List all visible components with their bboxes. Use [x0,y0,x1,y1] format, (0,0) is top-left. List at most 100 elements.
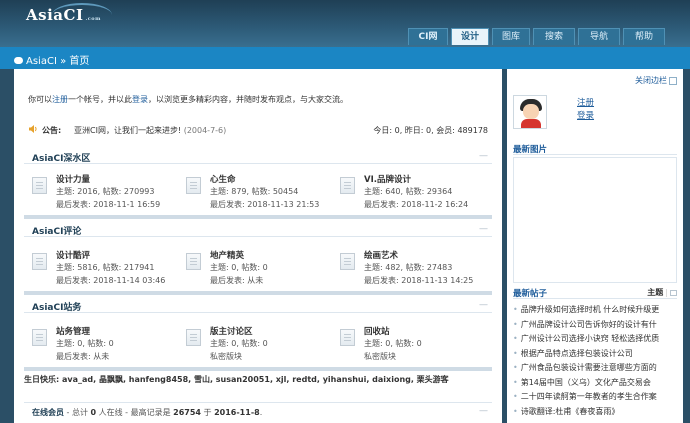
section-divider [24,291,492,295]
announcement-date: (2004-7-6) [183,126,227,135]
section-title[interactable]: AsiaCI站务 [32,300,81,313]
nav-gallery[interactable]: 图库 [492,28,530,45]
forum-counts: 主题: 0, 帖数: 0 [364,339,422,348]
forum-icon [186,253,201,270]
close-sidebar-link[interactable]: 关闭边栏 [635,75,677,86]
forum-item[interactable]: 设计力量 主题: 2016, 帖数: 270993 最后发表: 2018-11-… [32,173,182,213]
forum-icon [340,253,355,270]
breadcrumb[interactable]: AsiaCI » 首页 [14,52,89,67]
forum-last-post: 最后发表: 从未 [56,352,110,361]
forum-name[interactable]: 绘画艺术 [364,249,398,261]
announcement-bar: 公告: 亚洲CI网，让我们一起来进步! (2004-7-6) 今日: 0, 昨日… [24,122,494,140]
forum-counts: 主题: 0, 帖数: 0 [56,339,114,348]
register-link[interactable]: 注册 [52,95,68,104]
online-title[interactable]: 在线会员 [32,408,64,417]
welcome-prefix: 你可以 [28,95,52,104]
forum-counts: 主题: 879, 帖数: 50454 [210,187,299,196]
forum-last-post: 最后发表: 2018-11-1 16:59 [56,200,161,209]
close-sidebar-icon [669,76,677,85]
new-posts-header: 最新帖子 主题 | [513,285,677,299]
welcome-middle: 一个帐号，并以此 [68,95,132,104]
online-record: 26754 [173,408,201,417]
main-nav: CI网 设计 图库 搜索 导航 帮助 [408,28,665,45]
nav-navigation[interactable]: 导航 [578,28,620,45]
collapse-icon[interactable]: — [479,300,488,310]
nav-help[interactable]: 帮助 [623,28,665,45]
forum-icon [32,253,47,270]
list-item[interactable]: 二十四年读舸第一年教者的孝生合作案 [513,390,677,405]
online-summary: 在线会员 - 总计 0 人在线 - 最高记录是 26754 于 2016-11-… [32,407,262,418]
logo-text: AsiaCI [26,6,84,24]
sidebar-register-link[interactable]: 注册 [577,97,594,110]
online-members: 在线会员 - 总计 0 人在线 - 最高记录是 26754 于 2016-11-… [24,402,492,418]
section-title[interactable]: AsiaCI深水区 [32,151,90,164]
forum-last-post: 最后发表: 从未 [210,276,264,285]
forum-last-post: 最后发表: 2018-11-14 03:46 [56,276,166,285]
welcome-message: 你可以注册一个帐号，并以此登录，以浏览更多精彩内容，并随时发布观点，与大家交流。 [28,94,348,105]
list-item[interactable]: 根据产品特点选择包装设计公司 [513,347,677,362]
forum-counts: 主题: 482, 帖数: 27483 [364,263,453,272]
collapse-icon[interactable]: — [479,151,488,161]
online-end: . [259,408,263,417]
forum-name[interactable]: 站务管理 [56,325,90,337]
forum-item[interactable]: 绘画艺术 主题: 482, 帖数: 27483 最后发表: 2018-11-13… [340,249,490,289]
forum-item[interactable]: VI.品牌设计 主题: 640, 帖数: 29364 最后发表: 2018-11… [340,173,490,213]
new-images-header: 最新图片 [513,141,677,155]
login-link[interactable]: 登录 [132,95,148,104]
tab-topic[interactable]: 主题 [647,288,663,297]
forum-last-post: 最后发表: 2018-11-2 16:24 [364,200,469,209]
forum-name[interactable]: 地产精英 [210,249,244,261]
section-divider [24,367,492,371]
list-item[interactable]: 广州设计公司选择小诀窍 轻松选择优质 [513,332,677,347]
reply-icon[interactable] [670,289,677,296]
forum-name[interactable]: 心生命 [210,173,236,185]
forum-item[interactable]: 站务管理 主题: 0, 帖数: 0 最后发表: 从未 [32,325,182,365]
nav-design[interactable]: 设计 [451,28,489,45]
collapse-icon[interactable]: — [479,224,488,234]
collapse-icon[interactable]: — [479,406,488,416]
forum-name[interactable]: 设计力量 [56,173,90,185]
new-posts-list: 品牌升级如何选择时机 什么时候升级更 广州品牌设计公司告诉你好的设计有什 广州设… [513,303,677,419]
new-posts-tabs: 主题 | [647,287,677,298]
avatar-face [523,104,539,119]
section-title[interactable]: AsiaCI评论 [32,224,81,237]
top-header: AsiaCI .com CI网 设计 图库 搜索 导航 帮助 [0,0,690,47]
new-images-title[interactable]: 最新图片 [513,143,547,155]
forum-name[interactable]: 版主讨论区 [210,325,253,337]
forum-icon [340,177,355,194]
tab-separator: | [665,288,668,297]
forum-item[interactable]: 设计酷评 主题: 5816, 帖数: 217941 最后发表: 2018-11-… [32,249,182,289]
nav-ci[interactable]: CI网 [408,28,448,45]
nav-search[interactable]: 搜索 [533,28,575,45]
forum-name[interactable]: 设计酷评 [56,249,90,261]
forum-last-post: 私密版块 [210,352,242,361]
forum-item[interactable]: 回收站 主题: 0, 帖数: 0 私密版块 [340,325,490,365]
sidebar-login-link[interactable]: 登录 [577,110,594,123]
forum-icon [186,177,201,194]
list-item[interactable]: 广州食品包装设计需要注意哪些方面的 [513,361,677,376]
list-item[interactable]: 诗歌翻译:杜甫《春夜喜雨》 [513,405,677,420]
breadcrumb-text: AsiaCI » 首页 [26,56,90,67]
forum-item[interactable]: 心生命 主题: 879, 帖数: 50454 最后发表: 2018-11-13 … [186,173,336,213]
forum-name[interactable]: 回收站 [364,325,390,337]
list-item[interactable]: 品牌升级如何选择时机 什么时候升级更 [513,303,677,318]
forum-item[interactable]: 地产精英 主题: 0, 帖数: 0 最后发表: 从未 [186,249,336,289]
online-at: 于 [201,408,215,417]
forum-icon [32,329,47,346]
announcement-label: 公告: [42,126,62,135]
list-item[interactable]: 第14届中国（义乌）文化产品交易会 [513,376,677,391]
avatar[interactable] [513,95,547,129]
avatar-body [521,119,541,128]
new-posts-title[interactable]: 最新帖子 [513,287,547,299]
forum-counts: 主题: 0, 帖数: 0 [210,339,268,348]
site-logo[interactable]: AsiaCI .com [26,6,101,24]
breadcrumb-bar: AsiaCI » 首页 [0,47,690,69]
forum-counts: 主题: 5816, 帖数: 217941 [56,263,155,272]
announcement-link[interactable]: 亚洲CI网，让我们一起来进步! [74,126,181,135]
close-sidebar-label: 关闭边栏 [635,76,667,85]
forum-item[interactable]: 版主讨论区 主题: 0, 帖数: 0 私密版块 [186,325,336,365]
forum-name[interactable]: VI.品牌设计 [364,173,411,185]
welcome-suffix: ，以浏览更多精彩内容，并随时发布观点，与大家交流。 [148,95,348,104]
sidebar: 关闭边栏 注册 登录 最新图片 最新帖子 主题| 品牌升级如何选择时机 什么时候… [507,69,683,423]
list-item[interactable]: 广州品牌设计公司告诉你好的设计有什 [513,318,677,333]
